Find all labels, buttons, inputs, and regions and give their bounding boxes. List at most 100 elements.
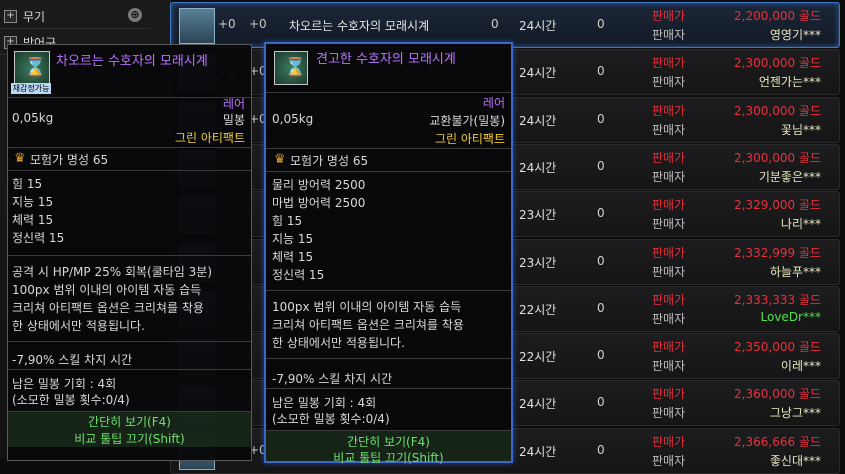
seller-label: 판매자 [652,75,686,90]
item-title: 견고한 수호자의 모래시계 [316,52,456,67]
seller-name: 꽃님*** [780,122,821,137]
skill-option: -7,90% 스킬 차지 시간 [272,372,393,386]
bid-count: 0 [597,17,605,31]
desc-line: 크리쳐 아티팩트 옵션은 크리쳐를 착용 [12,301,204,315]
price-label: 판매가 [652,9,686,23]
search-icon[interactable]: ⊕ [128,8,142,22]
seller-label: 판매자 [652,217,686,232]
price-label: 판매가 [652,56,686,71]
item-type: 그린 아티팩트 [434,132,505,146]
price-label: 판매가 [652,387,686,402]
seal-used: (소모한 밀봉 횟수:0/4) [12,393,130,407]
sale-price: 2,366,666 골드 [734,434,821,449]
price-label: 판매가 [652,434,686,449]
fame: 모험가 명성 65 [290,154,369,168]
price-label: 판매가 [652,150,686,165]
sale-price: 2,333,333 골드 [734,292,821,307]
time-remaining: 24시간 [519,160,557,175]
seller-label: 판매자 [652,453,686,468]
quantity: 0 [491,17,499,31]
time-remaining: 22시간 [519,350,557,365]
price-label: 판매가 [652,340,686,355]
seal-remaining: 남은 밀봉 기회 : 4회 [12,377,117,391]
desc-line: 한 상태에서만 적용됩니다. [12,319,145,333]
bid-count: 0 [597,158,605,173]
seal-remaining: 남은 밀봉 기회 : 4회 [272,396,377,410]
reappraisal-badge: 재감정가능 [11,83,51,94]
stat-spi: 정신력 15 [12,231,65,245]
category-weapon[interactable]: + 무기 ⊕ [0,4,150,29]
time-remaining: 24시간 [519,113,557,128]
item-name: 차오르는 수호자의 모래시계 [289,19,430,33]
seller-name: LoveDr*** [760,309,821,324]
sale-price: 2,350,000 골드 [734,340,821,355]
seller-label: 판매자 [652,311,686,326]
seller-name: 이레*** [780,359,821,374]
stat-vit: 체력 15 [272,250,314,264]
bind-state: 교환불가(밀봉) [429,114,505,128]
sale-price: 2,332,999 골드 [734,245,821,260]
time-remaining: 23시간 [519,255,557,270]
stat-spi: 정신력 15 [272,268,325,282]
sale-price: 2,200,000 골드 [734,9,821,23]
seller-label: 판매자 [652,264,686,279]
compare-tooltip-toggle: 비교 툴팁 끄기(Shift) [74,432,185,446]
bid-count: 0 [597,348,605,363]
stat-mag-def: 마법 방어력 2500 [272,196,366,210]
weight: 0,05kg [272,112,314,126]
stat-str: 힘 15 [12,177,43,191]
time-remaining: 24시간 [519,397,557,412]
seller-name: 영영기*** [769,28,821,42]
stat-int: 지능 15 [12,195,54,209]
item-title: 차오르는 수호자의 모래시계 [56,54,208,69]
time-remaining: 24시간 [519,66,557,81]
refine-level: +0 [249,17,267,31]
seal-used: (소모한 밀봉 횟수:0/4) [272,412,390,426]
bid-count: 0 [597,111,605,126]
seller-label: 판매자 [652,122,686,137]
bid-count: 0 [597,395,605,410]
stat-vit: 체력 15 [12,213,54,227]
seller-name: 하늘푸*** [769,264,821,279]
bid-count: 0 [597,64,605,79]
expand-icon[interactable]: + [4,9,17,23]
hourglass-icon: ⌛ [14,51,50,87]
fame-icon: ♛ [14,151,26,166]
stat-str: 힘 15 [272,214,303,228]
desc-line: 한 상태에서만 적용됩니다. [272,336,405,350]
seller-label: 판매자 [652,406,686,421]
bind-state: 밀봉 [222,113,245,127]
skill-option: -7,90% 스킬 차지 시간 [12,353,133,367]
upgrade-level: +0 [218,17,236,31]
item-type: 그린 아티팩트 [174,131,245,145]
seller-name: 나리*** [780,217,821,232]
rarity: 레어 [222,97,245,111]
simple-view-toggle: 간단히 보기(F4) [347,435,430,449]
category-label: 무기 [23,9,46,24]
hourglass-icon: ⌛ [274,51,308,85]
time-remaining: 22시간 [519,302,557,317]
stat-phys-def: 물리 방어력 2500 [272,178,366,192]
desc-line: 크리쳐 아티팩트 옵션은 크리쳐를 착용 [272,318,464,332]
fame: 모험가 명성 65 [30,153,109,167]
rarity: 레어 [482,96,505,110]
sale-price: 2,300,000 골드 [734,150,821,165]
bid-count: 0 [597,442,605,457]
time-remaining: 23시간 [519,208,557,223]
stat-int: 지능 15 [272,232,314,246]
price-label: 판매가 [652,198,686,213]
bid-count: 0 [597,300,605,315]
sale-price: 2,300,000 골드 [734,56,821,71]
item-tooltip-current: ⌛ 재감정가능 차오르는 수호자의 모래시계 레어 0,05kg 밀봉 그린 아… [7,44,252,461]
seller-name: 좋신대*** [769,453,821,468]
seller-label: 판매자 [652,28,686,42]
desc-line: 공격 시 HP/MP 25% 회복(쿨타임 3분) [12,265,212,279]
desc-line: 100px 범위 이내의 아이템 자동 습득 [12,283,202,297]
seller-label: 판매자 [652,359,686,374]
seller-name: 언젠가는*** [758,75,821,90]
compare-tooltip-toggle: 비교 툴팁 끄기(Shift) [333,451,444,465]
time-remaining: 24시간 [519,19,557,33]
sale-price: 2,360,000 골드 [734,387,821,402]
price-label: 판매가 [652,103,686,118]
fame-icon: ♛ [274,152,286,167]
